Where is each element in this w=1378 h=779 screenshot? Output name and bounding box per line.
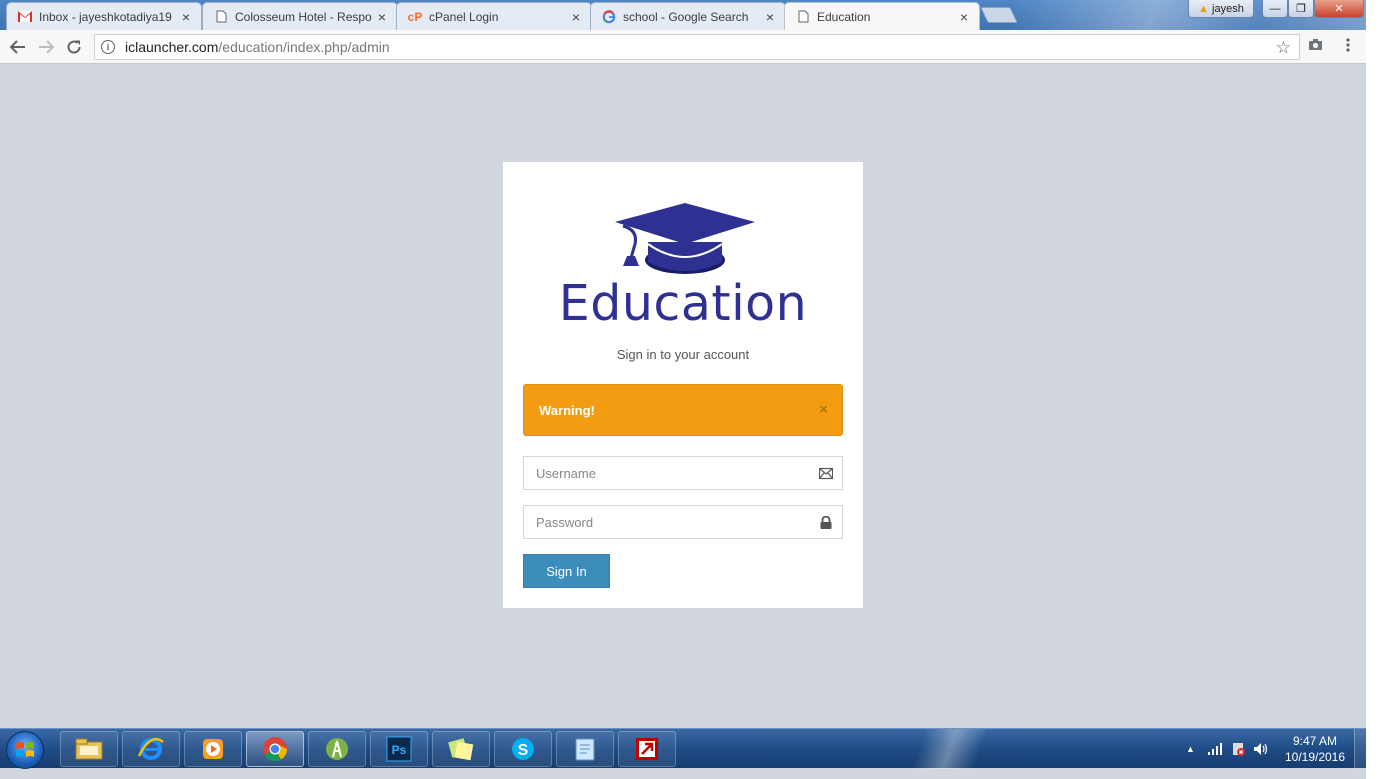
svg-text:Ps: Ps xyxy=(392,743,407,757)
sign-in-button[interactable]: Sign In xyxy=(523,554,610,588)
notepad-icon[interactable] xyxy=(556,731,614,767)
window-controls: — ❐ ✕ xyxy=(1262,0,1364,18)
photoshop-icon[interactable]: Ps xyxy=(370,731,428,767)
bookmark-star-icon[interactable]: ☆ xyxy=(1276,38,1291,58)
browser-toolbar: i iclauncher.com/education/index.php/adm… xyxy=(0,30,1366,64)
svg-text:S: S xyxy=(518,742,529,759)
network-icon[interactable] xyxy=(1207,743,1223,755)
skype-icon[interactable]: S xyxy=(494,731,552,767)
close-icon[interactable]: × xyxy=(957,9,971,25)
media-player-icon[interactable] xyxy=(184,731,242,767)
back-button[interactable] xyxy=(8,37,28,57)
tab-education[interactable]: Education × xyxy=(784,2,980,30)
close-icon[interactable]: × xyxy=(763,9,777,25)
page-icon xyxy=(213,9,229,25)
warning-alert: Warning! × xyxy=(523,384,843,436)
close-icon[interactable]: × xyxy=(569,9,583,25)
url-path: /education/index.php/admin xyxy=(218,39,390,55)
internet-explorer-icon[interactable] xyxy=(122,731,180,767)
alert-close-button[interactable]: × xyxy=(819,401,828,418)
windows-taskbar: Ps S ▲ 9:47 AM 10/19/2016 xyxy=(0,728,1366,769)
menu-dots-icon[interactable] xyxy=(1346,38,1350,56)
close-icon[interactable]: × xyxy=(179,9,193,25)
login-subtitle: Sign in to your account xyxy=(616,347,750,362)
envelope-icon xyxy=(819,467,833,480)
forward-arrow-icon xyxy=(39,40,54,54)
camera-icon[interactable] xyxy=(1308,38,1323,55)
sticky-notes-icon[interactable] xyxy=(432,731,490,767)
login-box: Education Sign in to your account Warnin… xyxy=(503,162,863,608)
tab-title: Education xyxy=(817,9,871,24)
clock-date: 10/19/2016 xyxy=(1284,750,1346,764)
back-arrow-icon xyxy=(10,40,25,54)
logo-text: Education xyxy=(558,275,808,332)
tab-title: Inbox - jayeshkotadiya19 xyxy=(39,9,172,24)
system-tray: ▲ xyxy=(1186,729,1269,769)
forward-button[interactable] xyxy=(36,37,56,57)
clock-time: 9:47 AM xyxy=(1292,734,1338,748)
password-input[interactable] xyxy=(524,506,842,538)
google-icon xyxy=(601,9,617,25)
start-button[interactable] xyxy=(6,731,44,769)
volume-icon[interactable] xyxy=(1253,742,1269,756)
gmail-icon xyxy=(17,9,33,25)
url-host: iclauncher.com xyxy=(125,39,219,55)
show-desktop-button[interactable] xyxy=(1354,729,1366,769)
address-bar[interactable]: i iclauncher.com/education/index.php/adm… xyxy=(94,34,1300,60)
cpanel-icon: cP xyxy=(407,9,423,24)
info-icon[interactable]: i xyxy=(101,40,115,54)
tab-title: Colosseum Hotel - Respo xyxy=(235,9,372,24)
warning-icon: ▲ xyxy=(1198,2,1210,15)
minimize-button[interactable]: — xyxy=(1262,0,1288,18)
action-center-icon[interactable] xyxy=(1231,741,1245,757)
page-icon xyxy=(795,9,811,25)
reload-button[interactable] xyxy=(64,37,84,57)
tab-gmail-inbox[interactable]: Inbox - jayeshkotadiya19 × xyxy=(6,2,202,30)
lock-icon xyxy=(820,516,832,529)
username-input[interactable] xyxy=(524,457,842,489)
page-content: Education Sign in to your account Warnin… xyxy=(0,65,1366,728)
restore-button[interactable]: ❐ xyxy=(1288,0,1314,18)
windows-logo-icon xyxy=(16,742,34,757)
tab-cpanel-login[interactable]: cP cPanel Login × xyxy=(396,2,592,30)
reload-icon xyxy=(67,40,81,54)
profile-name: jayesh xyxy=(1212,2,1244,15)
android-studio-icon[interactable] xyxy=(308,731,366,767)
show-hidden-icons-icon[interactable]: ▲ xyxy=(1186,744,1195,754)
tab-title: cPanel Login xyxy=(429,9,499,24)
scrollbar xyxy=(1366,0,1378,779)
profile-button[interactable]: ▲ jayesh xyxy=(1188,0,1254,18)
system-clock[interactable]: 9:47 AM 10/19/2016 xyxy=(1278,733,1352,765)
tab-google-search[interactable]: school - Google Search × xyxy=(590,2,786,30)
browser-tab-strip: Inbox - jayeshkotadiya19 × Colosseum Hot… xyxy=(0,0,1366,30)
close-icon[interactable]: × xyxy=(375,9,389,25)
filezilla-icon[interactable] xyxy=(618,731,676,767)
username-field xyxy=(523,456,843,490)
new-tab-button[interactable] xyxy=(980,7,1018,23)
tab-colosseum-hotel[interactable]: Colosseum Hotel - Respo × xyxy=(202,2,398,30)
alert-text: Warning! xyxy=(539,402,595,418)
tab-title: school - Google Search xyxy=(623,9,749,24)
chrome-icon[interactable] xyxy=(246,731,304,767)
password-field xyxy=(523,505,843,539)
close-window-button[interactable]: ✕ xyxy=(1314,0,1364,18)
file-explorer-icon[interactable] xyxy=(60,731,118,767)
